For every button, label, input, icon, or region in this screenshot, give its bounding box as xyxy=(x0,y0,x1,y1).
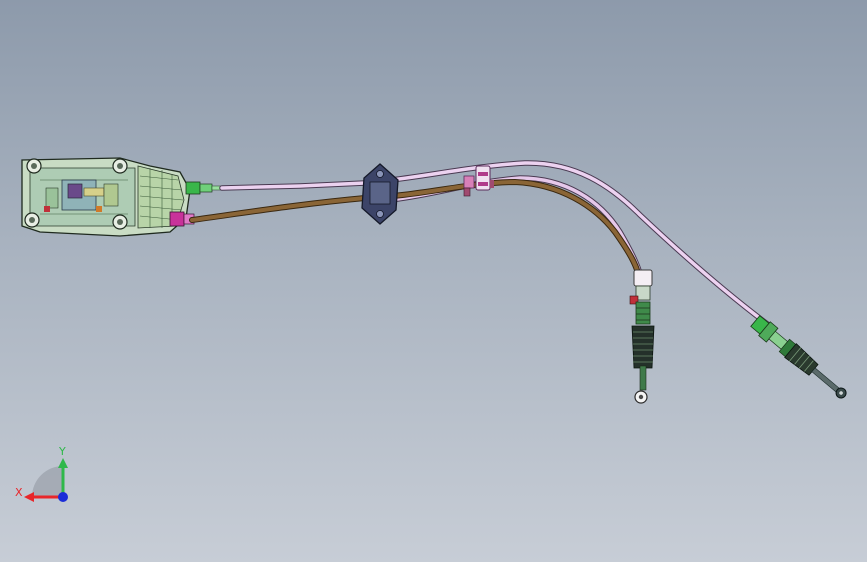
coordinate-triad: Y X xyxy=(15,445,68,502)
shift-cable-end-fitting[interactable] xyxy=(185,181,225,195)
cad-viewport[interactable]: Y X xyxy=(0,0,867,562)
shift-cable-transmission-end[interactable] xyxy=(749,314,850,403)
cad-model-canvas[interactable]: Y X xyxy=(0,0,867,562)
cable-grommet[interactable] xyxy=(361,163,399,225)
triad-z-axis xyxy=(58,492,68,502)
shifter-housing[interactable] xyxy=(21,157,191,237)
triad-y-label: Y xyxy=(58,445,66,458)
triad-xy-plane xyxy=(32,466,63,497)
select-cable-transmission-end[interactable] xyxy=(629,269,655,404)
shift-cable[interactable] xyxy=(219,160,773,329)
triad-x-label: X xyxy=(15,486,23,499)
